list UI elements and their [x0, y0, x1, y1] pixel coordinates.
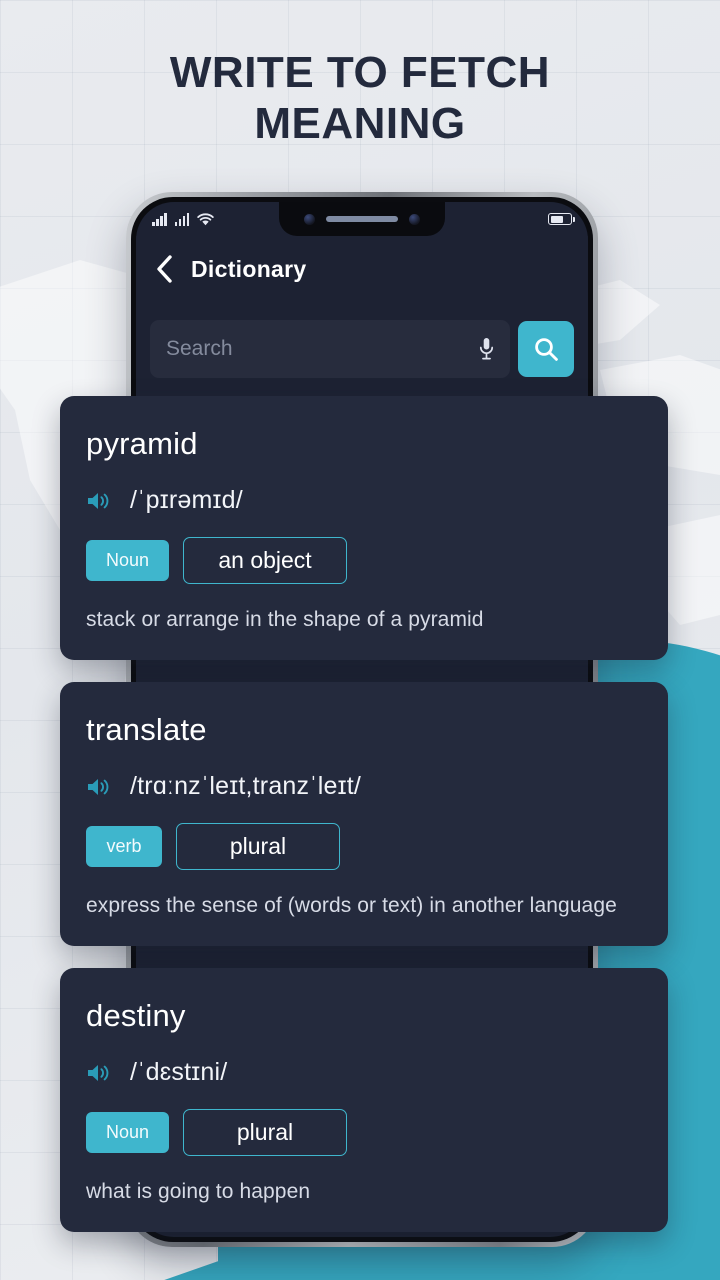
definition-text: express the sense of (words or text) in … — [86, 894, 617, 917]
part-of-speech-badge[interactable]: Noun — [86, 540, 170, 581]
search-input[interactable] — [166, 337, 479, 361]
word-form-pill[interactable]: plural — [183, 1109, 348, 1156]
status-bar-right — [548, 213, 575, 225]
speaker-icon[interactable] — [86, 776, 112, 798]
signal-bars-icon — [152, 212, 167, 226]
search-icon — [534, 337, 558, 361]
phonetic-text: /ˈdɛstɪni/ — [130, 1058, 228, 1086]
search-input-container[interactable] — [150, 320, 510, 378]
word-title: translate — [86, 712, 207, 747]
front-camera-icon — [304, 213, 315, 225]
app-bar-title: Dictionary — [191, 255, 307, 282]
part-of-speech-badge[interactable]: verb — [86, 826, 162, 867]
word-tags-row: Noun plural — [86, 1109, 642, 1156]
page-title-line-1: WRITE TO FETCH — [169, 48, 551, 97]
page-title: WRITE TO FETCH MEANING — [0, 48, 720, 149]
word-title: pyramid — [86, 426, 198, 461]
word-title: destiny — [86, 998, 186, 1033]
microphone-icon[interactable] — [479, 337, 494, 361]
battery-icon — [548, 213, 575, 225]
pronunciation-row: /ˈdɛstɪni/ — [86, 1058, 642, 1087]
phonetic-text: /ˈpɪrəmɪd/ — [130, 486, 243, 514]
status-bar-left — [152, 212, 214, 226]
signal-bars-icon — [174, 212, 189, 226]
speaker-icon[interactable] — [86, 1062, 112, 1084]
app-bar: Dictionary — [136, 236, 588, 302]
dictionary-card[interactable]: pyramid /ˈpɪrəmɪd/ Noun an object stack … — [60, 396, 668, 660]
speaker-icon[interactable] — [86, 490, 112, 512]
word-form-pill[interactable]: an object — [183, 537, 348, 584]
pronunciation-row: /ˈpɪrəmɪd/ — [86, 486, 642, 515]
definition-text: what is going to happen — [86, 1180, 311, 1203]
dictionary-card[interactable]: destiny /ˈdɛstɪni/ Noun plural what is g… — [60, 968, 668, 1232]
pronunciation-row: /trɑːnzˈleɪt,tranzˈleɪt/ — [86, 772, 642, 801]
front-camera-icon — [409, 213, 420, 225]
phone-notch — [279, 202, 445, 236]
dictionary-results-list: pyramid /ˈpɪrəmɪd/ Noun an object stack … — [60, 396, 668, 1232]
word-form-pill[interactable]: plural — [176, 823, 340, 870]
earpiece-speaker-icon — [326, 216, 398, 222]
word-tags-row: Noun an object — [86, 537, 642, 584]
phonetic-text: /trɑːnzˈleɪt,tranzˈleɪt/ — [130, 772, 361, 800]
wifi-icon — [197, 212, 214, 225]
search-bar — [136, 320, 588, 378]
word-tags-row: verb plural — [86, 823, 642, 870]
page-title-line-2: MEANING — [254, 98, 466, 148]
chevron-left-icon[interactable] — [156, 255, 173, 283]
search-button[interactable] — [518, 321, 574, 377]
part-of-speech-badge[interactable]: Noun — [86, 1112, 170, 1153]
definition-text: stack or arrange in the shape of a pyram… — [86, 608, 484, 631]
dictionary-card[interactable]: translate /trɑːnzˈleɪt,tranzˈleɪt/ verb … — [60, 682, 668, 946]
